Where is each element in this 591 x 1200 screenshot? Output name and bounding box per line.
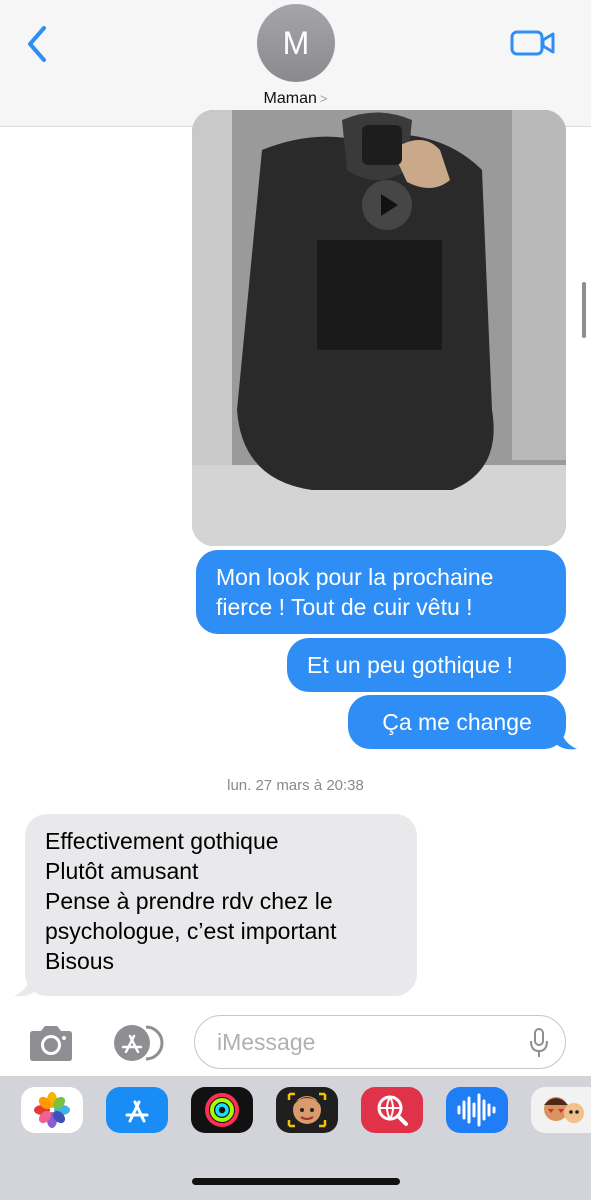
waveform-icon	[457, 1093, 496, 1127]
globe-search-icon	[377, 1095, 408, 1126]
sent-message-bubble[interactable]: Et un peu gothique !	[287, 638, 566, 692]
scroll-indicator[interactable]	[582, 282, 586, 338]
microphone-icon[interactable]	[529, 1027, 549, 1059]
fitness-activity-icon[interactable]	[191, 1087, 253, 1133]
photos-flower-icon	[34, 1092, 70, 1128]
message-line: Pense à prendre rdv chez le	[45, 888, 333, 914]
chevron-left-icon[interactable]	[22, 24, 54, 64]
video-message-thumbnail[interactable]	[192, 110, 566, 546]
video-frame-image	[192, 110, 566, 546]
bubble-tail	[555, 729, 577, 750]
image-search-icon[interactable]	[361, 1087, 423, 1133]
sent-message-bubble[interactable]: Ça me change	[348, 695, 566, 749]
activity-rings-icon	[205, 1093, 239, 1127]
video-camera-icon[interactable]	[510, 29, 556, 57]
play-icon	[381, 194, 398, 216]
conversation-header: M Maman >	[0, 0, 591, 127]
camera-icon[interactable]	[26, 1024, 76, 1064]
contact-name: Maman	[263, 90, 317, 107]
message-text: Ça me change	[382, 709, 532, 735]
message-line: Plutôt amusant	[45, 858, 199, 884]
app-store-glyph	[125, 1100, 149, 1123]
memoji-face-icon	[287, 1092, 327, 1128]
message-input[interactable]: iMessage	[194, 1015, 566, 1069]
message-input-placeholder: iMessage	[217, 1029, 316, 1055]
contact-name-row[interactable]: Maman >	[0, 90, 591, 108]
avatar-initial: M	[282, 24, 310, 61]
sent-message-bubble[interactable]: Mon look pour la prochaine fierce ! Tout…	[196, 550, 566, 634]
chevron-right-icon: >	[319, 91, 328, 106]
photos-icon[interactable]	[21, 1087, 83, 1133]
bubble-tail	[14, 976, 36, 997]
app-store-icon[interactable]	[108, 1023, 168, 1063]
message-line: fierce ! Tout de cuir vêtu !	[216, 594, 473, 620]
timestamp: lun. 27 mars à 20:38	[227, 777, 364, 794]
avatar[interactable]: M	[257, 4, 335, 82]
app-store-icon[interactable]	[106, 1087, 168, 1133]
message-line: Mon look pour la prochaine	[216, 564, 494, 590]
message-text: Et un peu gothique !	[307, 652, 513, 678]
play-button[interactable]	[362, 180, 412, 230]
memoji-sticker-faces-icon	[544, 1097, 584, 1123]
message-line: Bisous	[45, 948, 115, 974]
memoji-stickers-icon[interactable]	[531, 1087, 591, 1133]
received-message-bubble[interactable]: Effectivement gothique Plutôt amusant Pe…	[25, 814, 417, 996]
home-indicator[interactable]	[192, 1178, 400, 1185]
audio-message-icon[interactable]	[446, 1087, 508, 1133]
message-line: psychologue, c’est important	[45, 918, 337, 944]
memoji-icon[interactable]	[276, 1087, 338, 1133]
message-line: Effectivement gothique	[45, 828, 279, 854]
